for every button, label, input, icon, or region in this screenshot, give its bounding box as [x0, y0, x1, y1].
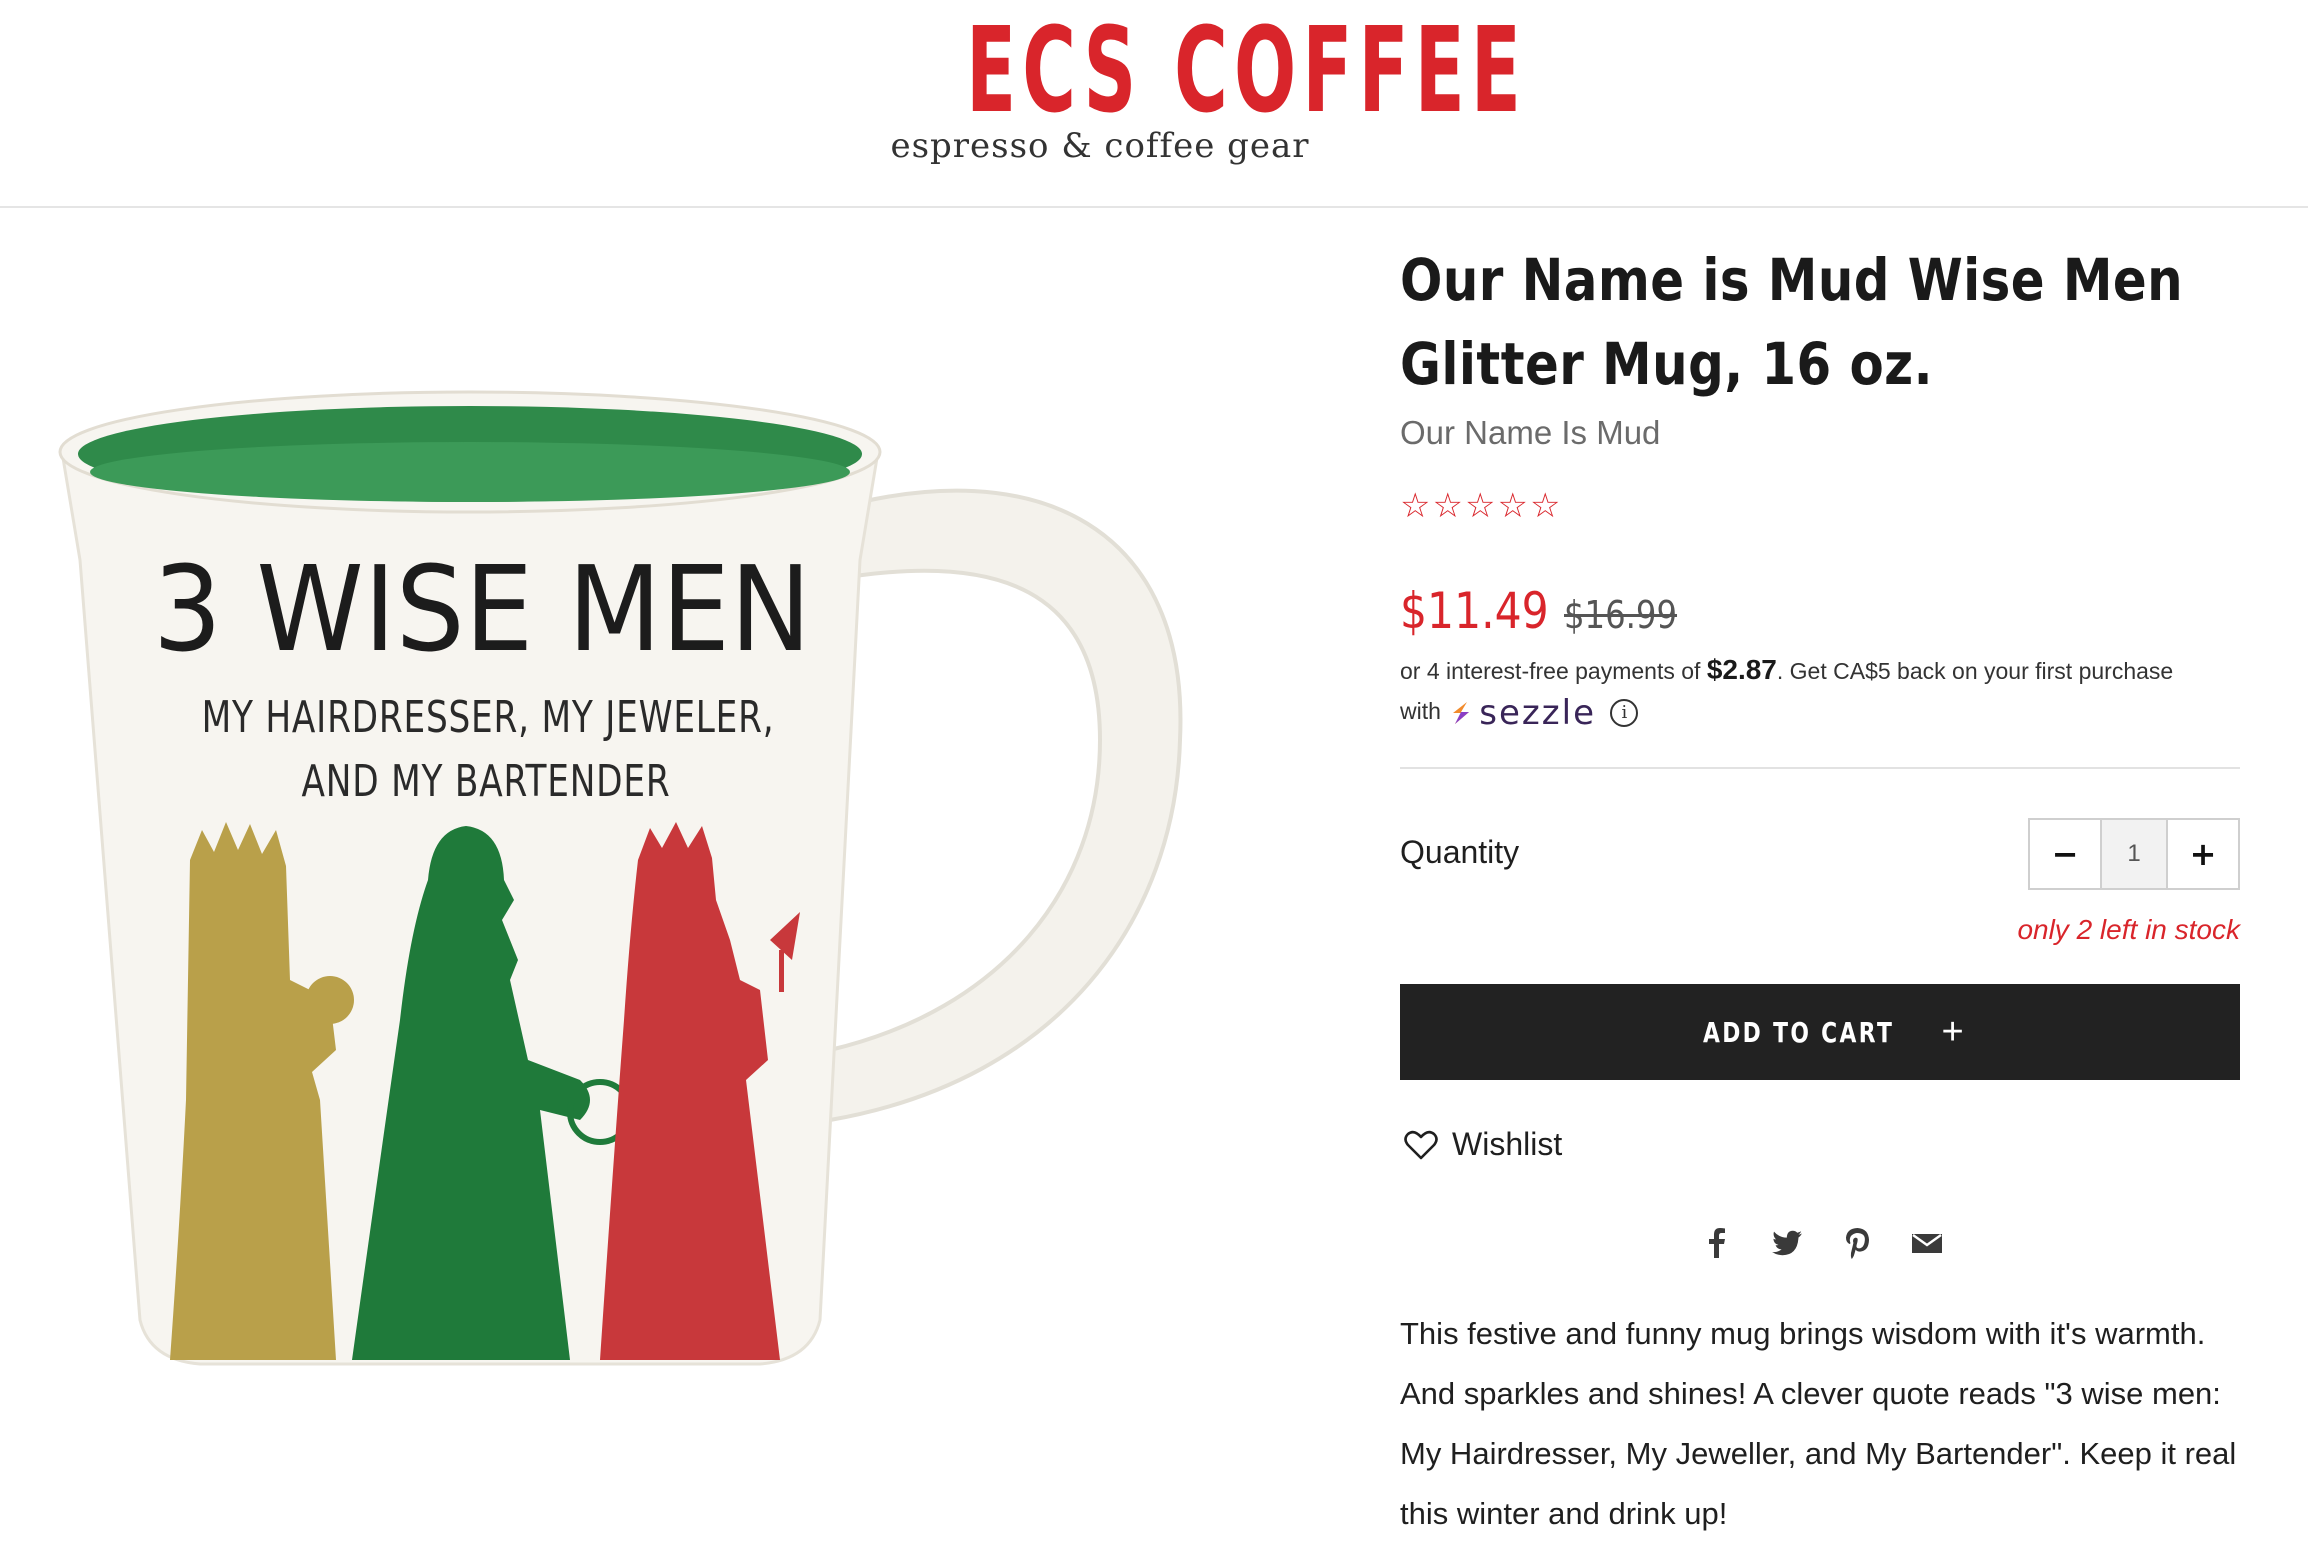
product-description: This festive and funny mug brings wisdom… — [1400, 1316, 2237, 1531]
mug-illustration: 3 WISE MEN MY HAIRDRESSER, MY JEWELER, A… — [58, 390, 1183, 1366]
sezzle-suffix: . Get CA$5 back on your first purchase — [1776, 658, 2174, 684]
sezzle-prefix: or 4 interest-free payments of — [1400, 658, 1701, 684]
heart-icon — [1404, 1130, 1438, 1159]
sezzle-amount: $2.87 — [1706, 654, 1777, 685]
divider — [1400, 767, 2240, 769]
twitter-icon[interactable] — [1770, 1226, 1804, 1260]
add-to-cart-button[interactable]: ADD TO CART + — [1400, 984, 2240, 1080]
logo-wordmark: ECS COFFEE — [966, 1, 1528, 139]
stock-note: only 2 left in stock — [2017, 914, 2240, 945]
star-rating[interactable]: ☆ ☆ ☆ ☆ ☆ — [1400, 486, 1560, 526]
mug-print-line2: AND MY BARTENDER — [302, 756, 671, 807]
mug-print-line1: MY HAIRDRESSER, MY JEWELER, — [202, 692, 775, 743]
sezzle-wordmark: sezzle — [1479, 692, 1596, 733]
site-logo[interactable]: ECS COFFEE espresso & coffee gear — [884, 1, 1528, 166]
star-icon: ☆ — [1464, 487, 1496, 525]
quantity-increase-button[interactable]: + — [2168, 820, 2238, 888]
pinterest-icon[interactable] — [1840, 1226, 1874, 1260]
compare-at-price: $16.99 — [1564, 593, 1678, 637]
star-icon: ☆ — [1529, 487, 1561, 525]
mug-print-headline: 3 WISE MEN — [153, 541, 811, 678]
product-image[interactable]: 3 WISE MEN MY HAIRDRESSER, MY JEWELER, A… — [40, 360, 1220, 1420]
site-header: ECS COFFEE espresso & coffee gear — [0, 0, 2308, 208]
add-to-cart-label: ADD TO CART — [1703, 1015, 1895, 1049]
share-links — [1700, 1226, 1944, 1260]
sezzle-installments: or 4 interest-free payments of $2.87. Ge… — [1400, 650, 2240, 733]
wishlist-label: Wishlist — [1452, 1126, 1563, 1162]
wishlist-button[interactable]: Wishlist — [1404, 1126, 1562, 1163]
email-icon[interactable] — [1910, 1226, 1944, 1260]
quantity-input[interactable] — [2100, 820, 2168, 888]
info-circle-icon[interactable]: i — [1610, 698, 1639, 727]
facebook-icon[interactable] — [1700, 1226, 1734, 1260]
quantity-decrease-button[interactable]: − — [2030, 820, 2100, 888]
product-info: Our Name is Mud Wise Men Glitter Mug, 16… — [1400, 238, 2240, 1531]
sezzle-mark-icon — [1453, 701, 1470, 724]
sale-price: $11.49 — [1400, 582, 1549, 640]
quantity-label: Quantity — [1400, 834, 1520, 870]
sezzle-with: with — [1400, 698, 1441, 724]
product-title: Our Name is Mud Wise Men Glitter Mug, 16… — [1400, 246, 2184, 398]
quantity-stepper: − + — [2028, 818, 2240, 890]
sezzle-logo[interactable]: sezzle — [1447, 693, 1596, 733]
plus-icon: + — [1941, 1011, 1964, 1053]
star-icon: ☆ — [1497, 487, 1528, 525]
price-row: $11.49 $16.99 — [1400, 582, 1697, 640]
star-icon: ☆ — [1432, 487, 1463, 525]
product-vendor[interactable]: Our Name Is Mud — [1400, 414, 1660, 452]
star-icon: ☆ — [1400, 487, 1431, 525]
